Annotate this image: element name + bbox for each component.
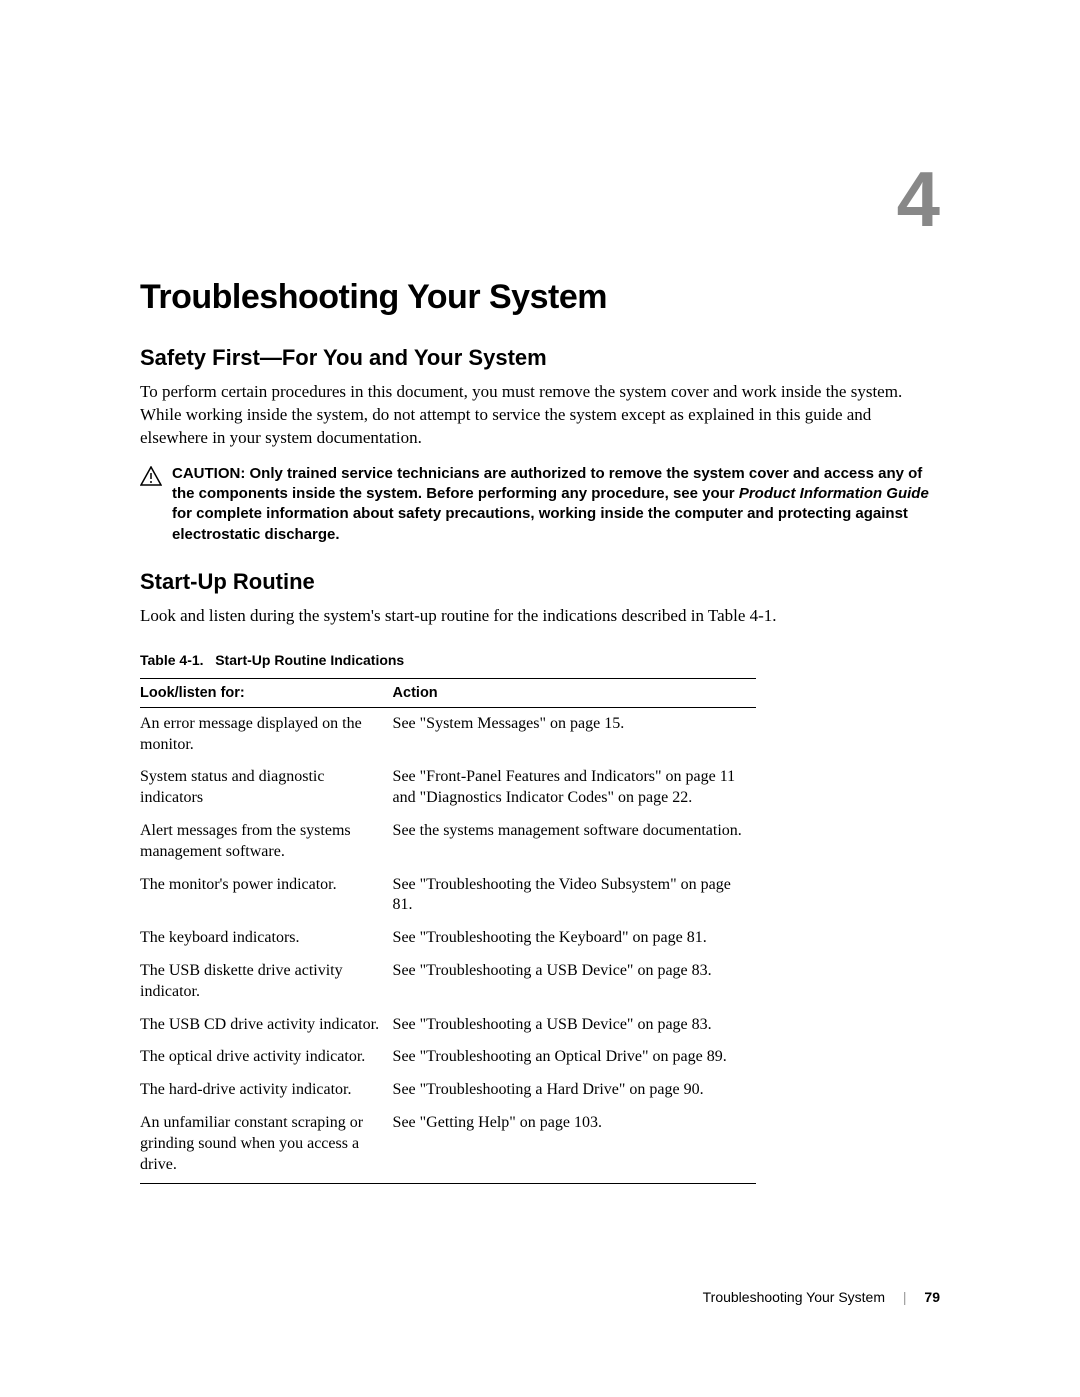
table-row: System status and diagnostic indicators … (140, 761, 756, 815)
section-startup-title: Start-Up Routine (140, 569, 940, 595)
footer-separator: | (903, 1289, 907, 1305)
table-row: The hard-drive activity indicator. See "… (140, 1074, 756, 1107)
cell-action: See "Front-Panel Features and Indicators… (393, 761, 756, 815)
cell-action: See "Troubleshooting a USB Device" on pa… (393, 955, 756, 1009)
startup-body-text: Look and listen during the system's star… (140, 605, 940, 628)
section-safety-title: Safety First—For You and Your System (140, 345, 940, 371)
table-row: The optical drive activity indicator. Se… (140, 1041, 756, 1074)
startup-indications-table: Look/listen for: Action An error message… (140, 678, 756, 1185)
table-row: The monitor's power indicator. See "Trou… (140, 869, 756, 923)
caution-text-after: for complete information about safety pr… (172, 505, 908, 542)
cell-look: Alert messages from the systems manageme… (140, 815, 393, 869)
table-row: An error message displayed on the monito… (140, 707, 756, 761)
cell-look: The monitor's power indicator. (140, 869, 393, 923)
safety-body-text: To perform certain procedures in this do… (140, 381, 940, 450)
footer-page-number: 79 (924, 1289, 940, 1305)
caution-block: CAUTION: Only trained service technician… (140, 464, 940, 545)
cell-action: See "Troubleshooting an Optical Drive" o… (393, 1041, 756, 1074)
table-caption: Table 4-1. Start-Up Routine Indications (140, 652, 940, 668)
table-caption-title: Start-Up Routine Indications (215, 652, 404, 668)
caution-text: CAUTION: Only trained service technician… (172, 464, 940, 545)
table-header-look: Look/listen for: (140, 678, 393, 707)
cell-action: See "Troubleshooting the Keyboard" on pa… (393, 922, 756, 955)
cell-look: An error message displayed on the monito… (140, 707, 393, 761)
cell-action: See "Troubleshooting the Video Subsystem… (393, 869, 756, 923)
footer-section: Troubleshooting Your System (703, 1289, 885, 1305)
cell-action: See "Getting Help" on page 103. (393, 1107, 756, 1184)
table-row: An unfamiliar constant scraping or grind… (140, 1107, 756, 1184)
cell-look: The hard-drive activity indicator. (140, 1074, 393, 1107)
caution-triangle-icon (140, 466, 162, 486)
table-row: The USB CD drive activity indicator. See… (140, 1009, 756, 1042)
cell-look: An unfamiliar constant scraping or grind… (140, 1107, 393, 1184)
table-caption-label: Table 4-1. (140, 652, 204, 668)
cell-look: The optical drive activity indicator. (140, 1041, 393, 1074)
caution-label: CAUTION: (172, 465, 250, 482)
chapter-title: Troubleshooting Your System (140, 278, 940, 317)
cell-action: See "Troubleshooting a USB Device" on pa… (393, 1009, 756, 1042)
page-content: 4 Troubleshooting Your System Safety Fir… (0, 0, 1080, 1184)
cell-action: See the systems management software docu… (393, 815, 756, 869)
table-row: The USB diskette drive activity indicato… (140, 955, 756, 1009)
table-header-action: Action (393, 678, 756, 707)
caution-italic: Product Information Guide (739, 485, 929, 502)
table-row: The keyboard indicators. See "Troublesho… (140, 922, 756, 955)
cell-look: System status and diagnostic indicators (140, 761, 393, 815)
cell-look: The keyboard indicators. (140, 922, 393, 955)
page-footer: Troubleshooting Your System | 79 (703, 1289, 940, 1305)
cell-action: See "System Messages" on page 15. (393, 707, 756, 761)
chapter-number: 4 (140, 160, 940, 238)
cell-look: The USB diskette drive activity indicato… (140, 955, 393, 1009)
cell-look: The USB CD drive activity indicator. (140, 1009, 393, 1042)
table-row: Alert messages from the systems manageme… (140, 815, 756, 869)
cell-action: See "Troubleshooting a Hard Drive" on pa… (393, 1074, 756, 1107)
